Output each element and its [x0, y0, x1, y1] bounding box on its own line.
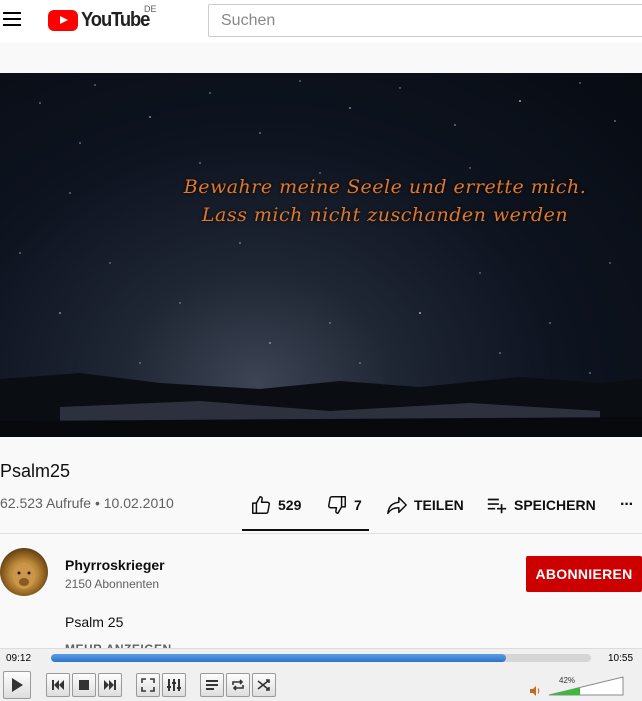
logo-text: YouTube: [81, 8, 150, 31]
stop-button[interactable]: [72, 673, 96, 697]
total-time: 10:55: [608, 653, 634, 664]
search-input[interactable]: [209, 5, 642, 36]
more-actions-button[interactable]: ···: [620, 493, 634, 517]
play-icon: [12, 678, 23, 692]
video-description: Psalm 25: [65, 614, 124, 630]
verse-line-2: Lass mich nicht zuschanden werden: [201, 204, 569, 226]
share-button[interactable]: TEILEN: [386, 493, 464, 517]
verse-line-1: Bewahre meine Seele und errette mich.: [183, 176, 587, 198]
masthead: YouTube DE: [0, 0, 642, 42]
divider: [0, 533, 642, 534]
share-icon: [387, 496, 407, 514]
channel-name[interactable]: Phyrroskrieger: [65, 557, 165, 573]
dislike-button[interactable]: 7: [326, 493, 362, 517]
thumbs-up-icon: [252, 496, 270, 514]
country-code: DE: [144, 4, 157, 14]
repeat-icon: [232, 679, 244, 691]
like-count: 529: [278, 497, 302, 513]
youtube-logo[interactable]: YouTube: [48, 8, 155, 32]
seek-progress: [51, 654, 507, 662]
shuffle-button[interactable]: [252, 673, 276, 697]
seek-bar[interactable]: [51, 654, 591, 662]
search-box[interactable]: [208, 4, 642, 37]
fullscreen-button[interactable]: [136, 673, 160, 697]
previous-icon: [52, 680, 64, 690]
like-button[interactable]: 529: [250, 493, 301, 517]
repeat-button[interactable]: [226, 673, 250, 697]
view-count-and-date: 62.523 Aufrufe • 10.02.2010: [0, 495, 174, 511]
equalizer-icon: [167, 679, 181, 691]
volume-slider[interactable]: [548, 676, 624, 696]
next-button[interactable]: [98, 673, 122, 697]
subscribe-button[interactable]: ABONNIEREN: [526, 556, 642, 592]
hamburger-menu-icon[interactable]: [3, 11, 23, 29]
save-button[interactable]: SPEICHERN: [486, 493, 596, 517]
current-time: 09:12: [6, 653, 32, 664]
more-icon: ···: [620, 496, 634, 513]
share-label: TEILEN: [414, 497, 464, 513]
channel-avatar[interactable]: [0, 548, 48, 596]
playlist-button[interactable]: [200, 673, 224, 697]
stop-icon: [79, 680, 89, 690]
verse-overlay: Bewahre meine Seele und errette mich. La…: [130, 173, 640, 229]
thumbs-down-icon: [328, 496, 346, 514]
media-player-bar: 09:12 10:55 42%: [0, 648, 642, 701]
equalizer-button[interactable]: [162, 673, 186, 697]
previous-button[interactable]: [46, 673, 70, 697]
like-dislike-ratio-bar: [242, 529, 369, 531]
lion-avatar-image: [13, 563, 35, 589]
dislike-count: 7: [354, 497, 362, 513]
video-player[interactable]: Bewahre meine Seele und errette mich. La…: [0, 73, 642, 437]
add-to-playlist-icon: [487, 498, 507, 514]
youtube-play-logo-icon: [48, 9, 78, 31]
playlist-icon: [206, 680, 218, 690]
fullscreen-icon: [141, 678, 155, 692]
shuffle-icon: [257, 679, 270, 691]
play-button[interactable]: [3, 671, 31, 699]
subscriber-count: 2150 Abonnenten: [65, 577, 160, 591]
landscape-silhouette: [0, 373, 642, 437]
next-icon: [104, 680, 116, 690]
video-title: Psalm25: [0, 461, 71, 481]
save-label: SPEICHERN: [514, 497, 596, 513]
speaker-icon: [530, 686, 540, 696]
